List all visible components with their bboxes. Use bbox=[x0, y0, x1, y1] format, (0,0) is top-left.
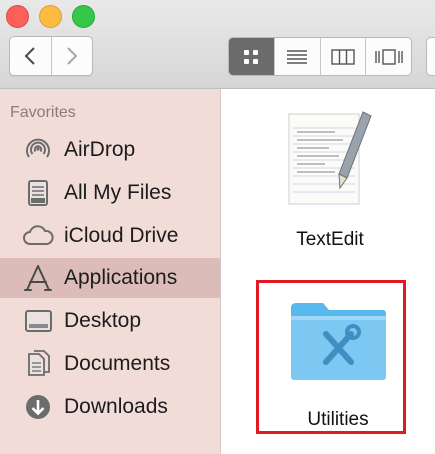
list-view-icon bbox=[286, 49, 308, 65]
sidebar-item-icloud-drive[interactable]: iCloud Drive bbox=[0, 216, 220, 256]
forward-button[interactable] bbox=[50, 37, 93, 75]
desktop-icon bbox=[22, 306, 54, 336]
sidebar-item-label: Applications bbox=[64, 266, 178, 289]
sidebar-item-label: Documents bbox=[64, 352, 171, 375]
download-icon bbox=[22, 392, 54, 422]
sidebar-heading-favorites: Favorites bbox=[10, 104, 76, 121]
cover-flow-button[interactable] bbox=[365, 38, 411, 75]
sidebar-item-applications[interactable]: Applications bbox=[0, 258, 220, 298]
airdrop-icon bbox=[22, 135, 54, 165]
icon-view-button[interactable] bbox=[229, 38, 274, 75]
sidebar-item-airdrop[interactable]: AirDrop bbox=[0, 130, 220, 170]
sidebar-item-documents[interactable]: Documents bbox=[0, 344, 220, 384]
sidebar-item-label: iCloud Drive bbox=[64, 224, 179, 247]
minimize-button[interactable] bbox=[39, 5, 62, 28]
column-view-icon bbox=[331, 48, 355, 66]
cloud-icon bbox=[22, 221, 54, 251]
sidebar-item-all-my-files[interactable]: All My Files bbox=[0, 173, 220, 213]
file-label-textedit: TextEdit bbox=[296, 229, 364, 250]
chevron-left-icon bbox=[24, 46, 36, 66]
sidebar-item-label: AirDrop bbox=[64, 138, 136, 161]
column-view-button[interactable] bbox=[319, 38, 366, 75]
list-view-button[interactable] bbox=[273, 38, 320, 75]
navigation-buttons bbox=[9, 36, 93, 76]
sidebar-item-downloads[interactable]: Downloads bbox=[0, 387, 220, 427]
sidebar: Favorites AirDrop All My Files iCloud Dr… bbox=[0, 89, 221, 454]
applications-icon bbox=[22, 263, 54, 293]
sidebar-item-label: All My Files bbox=[64, 181, 172, 204]
finder-toolbar bbox=[0, 0, 435, 89]
sidebar-item-label: Downloads bbox=[64, 395, 168, 418]
view-mode-switcher bbox=[228, 37, 412, 76]
textedit-icon bbox=[285, 111, 375, 212]
toolbar-overflow-button[interactable] bbox=[426, 37, 435, 76]
all-files-icon bbox=[22, 178, 54, 208]
zoom-button[interactable] bbox=[72, 5, 95, 28]
utilities-highlight-box bbox=[256, 280, 406, 434]
sidebar-item-desktop[interactable]: Desktop bbox=[0, 301, 220, 341]
close-button[interactable] bbox=[6, 5, 29, 28]
chevron-right-icon bbox=[66, 46, 78, 66]
sidebar-item-label: Desktop bbox=[64, 309, 142, 332]
documents-icon bbox=[22, 349, 54, 379]
cover-flow-icon bbox=[374, 48, 404, 66]
file-item-textedit[interactable] bbox=[285, 108, 375, 208]
icon-view-icon bbox=[243, 49, 259, 65]
back-button[interactable] bbox=[10, 37, 51, 75]
